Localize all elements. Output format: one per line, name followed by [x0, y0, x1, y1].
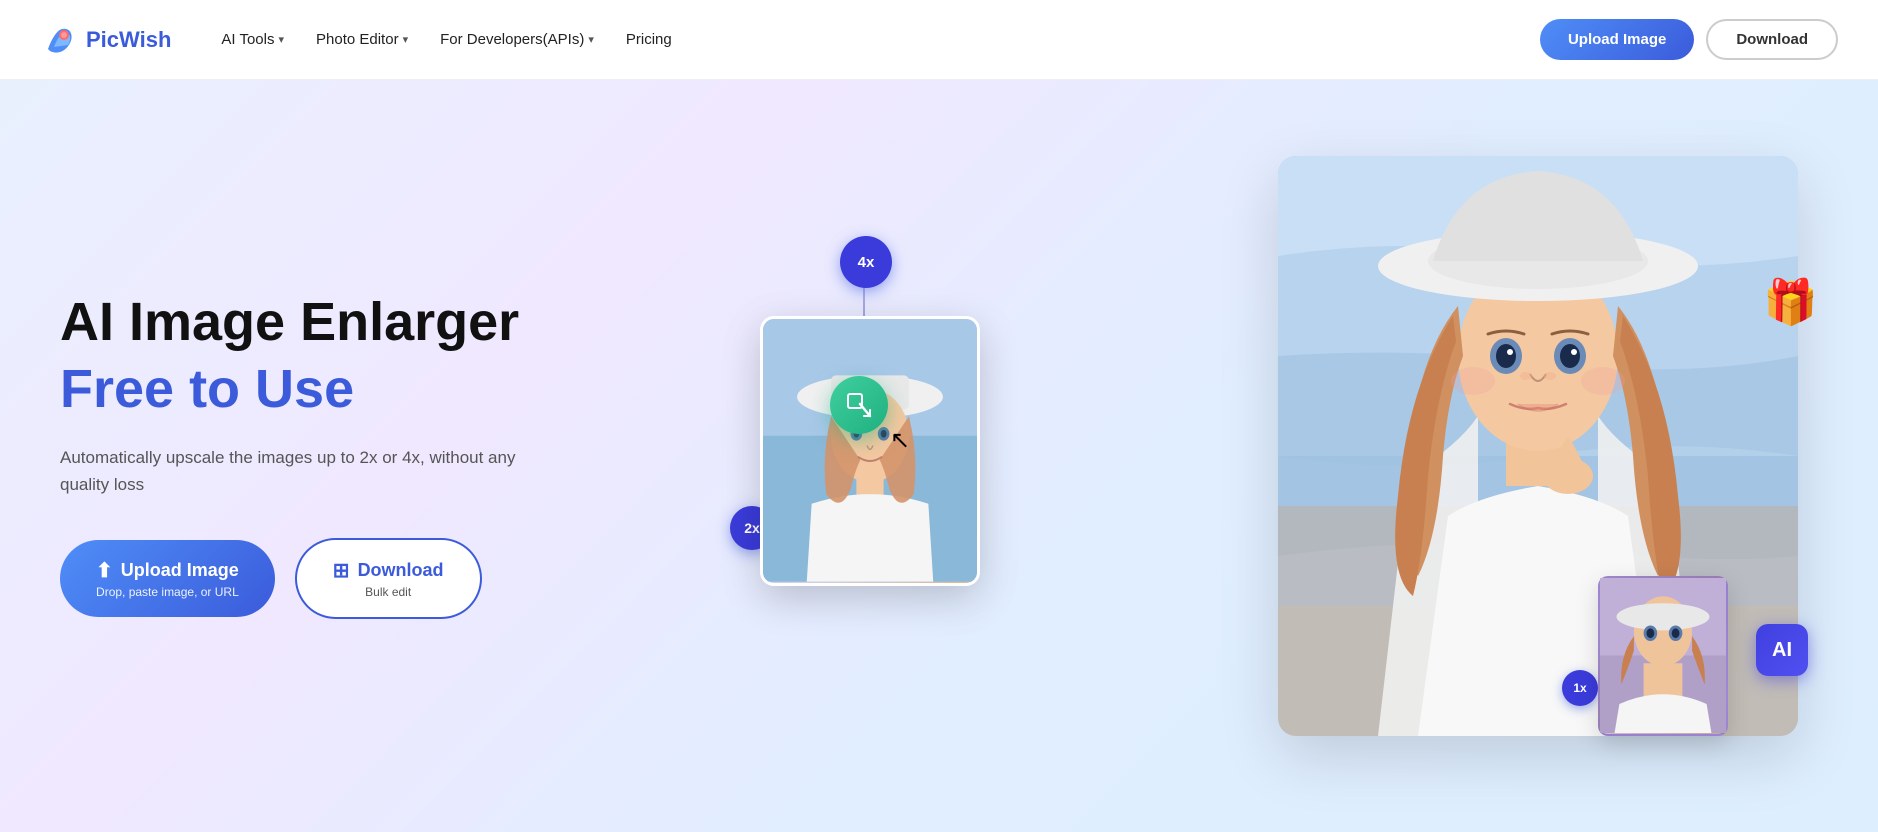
tiny-preview-image [1598, 576, 1728, 736]
nav-cta: Upload Image Download [1540, 19, 1838, 60]
hero-upload-button[interactable]: ⬆ Upload Image Drop, paste image, or URL [60, 540, 275, 617]
chevron-down-icon: ▾ [588, 33, 594, 46]
small-preview-image [760, 316, 980, 586]
nav-item-ai-tools[interactable]: AI Tools ▾ [207, 23, 298, 56]
hero-title: AI Image Enlarger [60, 293, 660, 352]
gift-icon: 🎁 [1763, 276, 1818, 328]
enlarge-icon [830, 376, 888, 434]
nav-links: AI Tools ▾ Photo Editor ▾ For Developers… [207, 23, 1540, 56]
small-preview-svg [763, 319, 977, 582]
hero-buttons: ⬆ Upload Image Drop, paste image, or URL… [60, 538, 660, 619]
navbar: PicWish AI Tools ▾ Photo Editor ▾ For De… [0, 0, 1878, 80]
badge-4x: 4x [840, 236, 892, 288]
hero-content: AI Image Enlarger Free to Use Automatica… [60, 293, 660, 619]
hero-description: Automatically upscale the images up to 2… [60, 444, 520, 498]
chevron-down-icon: ▾ [403, 33, 409, 46]
upload-icon: ⬆ [96, 558, 113, 583]
nav-item-developers[interactable]: For Developers(APIs) ▾ [426, 23, 608, 56]
hero-section: AI Image Enlarger Free to Use Automatica… [0, 80, 1878, 832]
cursor-icon: ↖ [890, 426, 910, 455]
hero-subtitle: Free to Use [60, 360, 660, 419]
tiny-preview-svg [1600, 578, 1726, 733]
logo[interactable]: PicWish [40, 21, 171, 59]
logo-text: PicWish [86, 27, 171, 53]
nav-download-button[interactable]: Download [1706, 19, 1838, 60]
nav-upload-button[interactable]: Upload Image [1540, 19, 1694, 60]
logo-icon [40, 21, 78, 59]
hero-image-composition: 4x ↖ 2x [700, 116, 1818, 796]
chevron-down-icon: ▾ [278, 33, 284, 46]
hero-download-button[interactable]: ⊞ Download Bulk edit [295, 538, 482, 619]
windows-icon: ⊞ [333, 558, 350, 583]
nav-item-pricing[interactable]: Pricing [612, 23, 686, 56]
nav-item-photo-editor[interactable]: Photo Editor ▾ [302, 23, 422, 56]
badge-1x: 1x [1562, 670, 1598, 706]
ai-badge: AI [1756, 624, 1808, 676]
enlarge-svg [844, 390, 874, 420]
